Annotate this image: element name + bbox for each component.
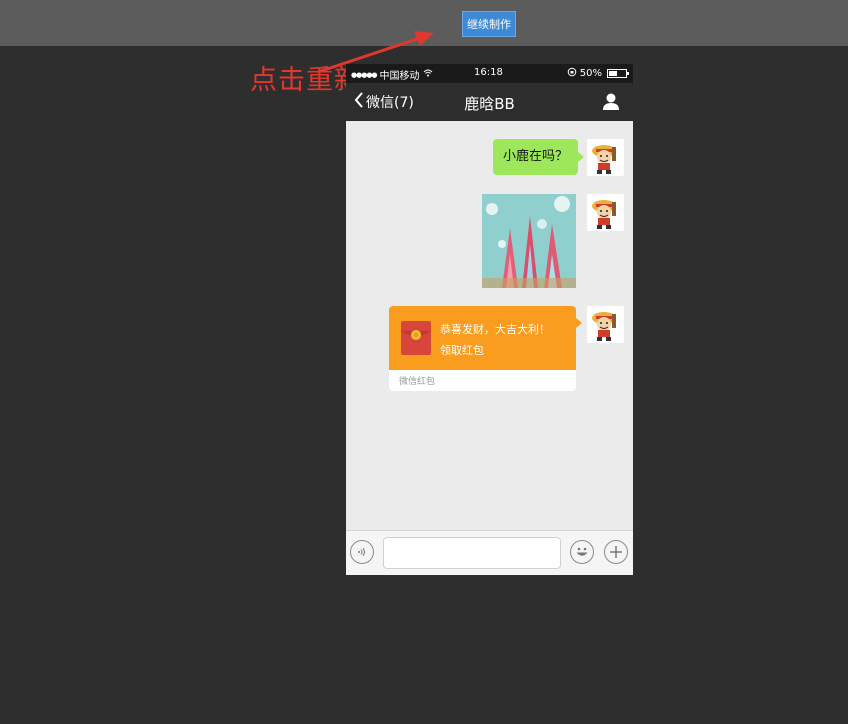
- plus-icon: [610, 546, 622, 558]
- avatar[interactable]: [587, 306, 624, 343]
- avatar-cartoon-icon: [592, 145, 616, 174]
- status-time: 16:18: [474, 67, 503, 78]
- red-envelope-icon: [401, 321, 431, 355]
- voice-button[interactable]: [350, 540, 374, 564]
- profile-button[interactable]: [601, 92, 621, 112]
- battery-fill: [609, 71, 617, 76]
- image-message[interactable]: [482, 194, 576, 288]
- smiley-icon: [576, 547, 588, 556]
- red-packet-action: 领取红包: [440, 344, 484, 357]
- ice-cream-photo: [482, 194, 576, 288]
- battery-percent: 50%: [579, 68, 602, 79]
- voice-icon: [358, 547, 365, 557]
- more-button[interactable]: [604, 540, 628, 564]
- red-packet-tail: [576, 318, 582, 328]
- red-packet-message[interactable]: 恭喜发财，大吉大利！ 领取红包 微信红包: [389, 306, 576, 391]
- avatar-cartoon-icon: [592, 312, 616, 341]
- wifi-icon: [423, 69, 433, 80]
- emoji-button[interactable]: [570, 540, 594, 564]
- carrier-name: 中国移动: [379, 71, 420, 82]
- avatar[interactable]: [587, 194, 624, 231]
- status-bar: ●●●●● 中国移动 16:18 50%: [346, 64, 633, 83]
- chat-title: 鹿晗BB: [464, 95, 515, 113]
- red-packet-greeting: 恭喜发财，大吉大利！: [440, 323, 550, 336]
- person-icon: [603, 93, 619, 110]
- signal-strength-icon: ●●●●●: [351, 70, 378, 79]
- battery-icon: [607, 69, 629, 78]
- status-right-group: 50%: [567, 67, 629, 80]
- chat-nav-bar: 微信(7) 鹿晗BB: [346, 83, 633, 121]
- avatar[interactable]: [587, 139, 624, 176]
- message-input[interactable]: [383, 537, 561, 569]
- chat-input-bar: [346, 530, 633, 575]
- rotation-lock-icon: [567, 67, 577, 80]
- text-message-bubble[interactable]: 小鹿在吗？: [492, 139, 585, 175]
- phone-preview: ●●●●● 中国移动 16:18 50% 微信(7) 鹿晗BB 小鹿在吗？ 恭喜…: [346, 64, 633, 575]
- red-packet-footer: 微信红包: [399, 377, 436, 387]
- avatar-cartoon-icon: [592, 200, 616, 229]
- carrier-group: ●●●●● 中国移动: [351, 67, 433, 82]
